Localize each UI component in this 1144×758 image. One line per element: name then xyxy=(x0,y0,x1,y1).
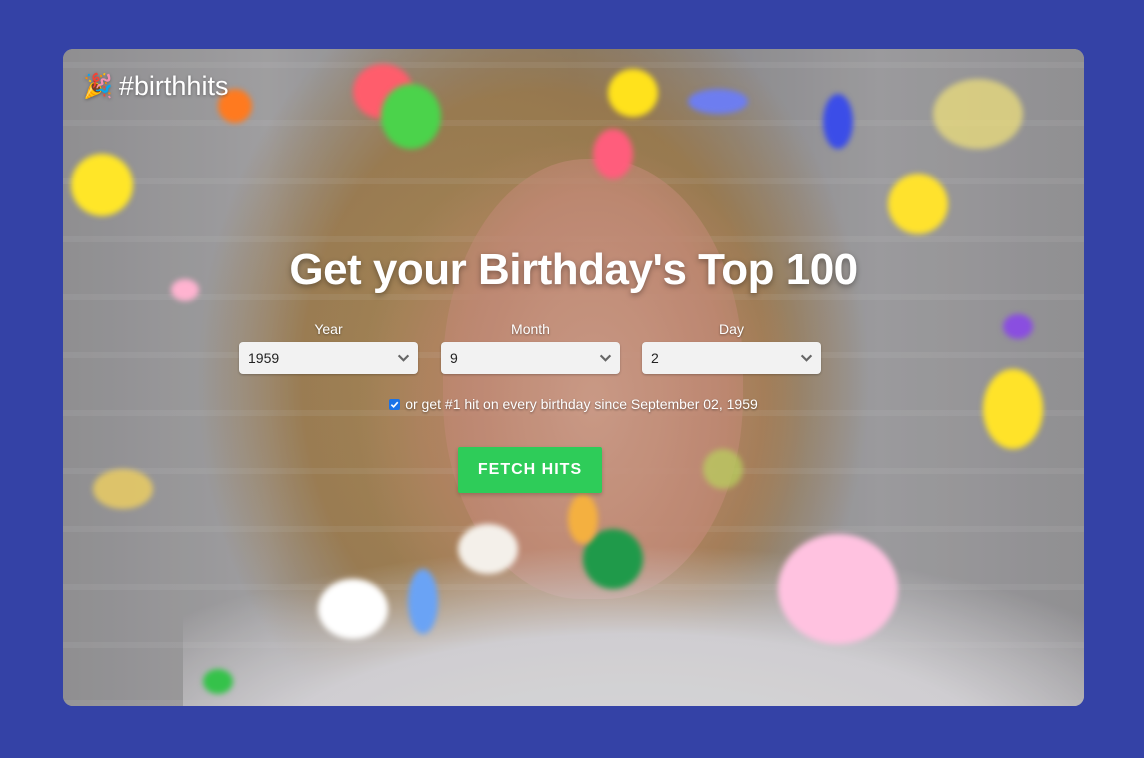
chevron-down-icon xyxy=(800,354,813,362)
confetti xyxy=(778,534,898,644)
month-label: Month xyxy=(511,321,550,337)
confetti xyxy=(933,79,1023,149)
every-birthday-option: or get #1 hit on every birthday since Se… xyxy=(63,396,1084,412)
hero-background-photo xyxy=(63,49,1084,706)
confetti xyxy=(888,174,948,234)
confetti xyxy=(318,579,388,639)
day-select[interactable]: 2 xyxy=(642,342,821,374)
year-value: 1959 xyxy=(248,350,280,366)
confetti xyxy=(608,69,658,117)
fetch-hits-button[interactable]: FETCH HITS xyxy=(458,447,602,493)
every-birthday-checkbox[interactable] xyxy=(389,398,401,410)
month-select[interactable]: 9 xyxy=(441,342,620,374)
month-field: Month 9 xyxy=(441,321,620,374)
month-value: 9 xyxy=(450,350,458,366)
day-field: Day 2 xyxy=(642,321,821,374)
confetti xyxy=(408,569,438,634)
confetti xyxy=(93,469,153,509)
party-popper-icon: 🎉 xyxy=(83,72,113,100)
confetti xyxy=(593,129,633,179)
checkmark-icon xyxy=(391,401,399,408)
photo-overlay xyxy=(63,49,1084,706)
day-value: 2 xyxy=(651,350,659,366)
confetti xyxy=(458,524,518,574)
confetti xyxy=(823,94,853,149)
app-window: 🎉 #birthhits Get your Birthday's Top 100… xyxy=(63,49,1084,706)
confetti xyxy=(1003,314,1033,339)
brand-logo[interactable]: 🎉 #birthhits xyxy=(83,71,228,102)
chevron-down-icon xyxy=(599,354,612,362)
chevron-down-icon xyxy=(397,354,410,362)
year-field: Year 1959 xyxy=(239,321,418,374)
confetti xyxy=(703,449,743,489)
every-birthday-label[interactable]: or get #1 hit on every birthday since Se… xyxy=(405,396,758,412)
page-title: Get your Birthday's Top 100 xyxy=(289,245,858,294)
confetti xyxy=(688,89,748,114)
confetti xyxy=(568,494,598,544)
confetti xyxy=(71,154,133,216)
confetti xyxy=(203,669,233,694)
confetti xyxy=(381,84,441,149)
brand-name: #birthhits xyxy=(118,71,229,101)
year-label: Year xyxy=(314,321,343,337)
year-select[interactable]: 1959 xyxy=(239,342,418,374)
day-label: Day xyxy=(719,321,744,337)
